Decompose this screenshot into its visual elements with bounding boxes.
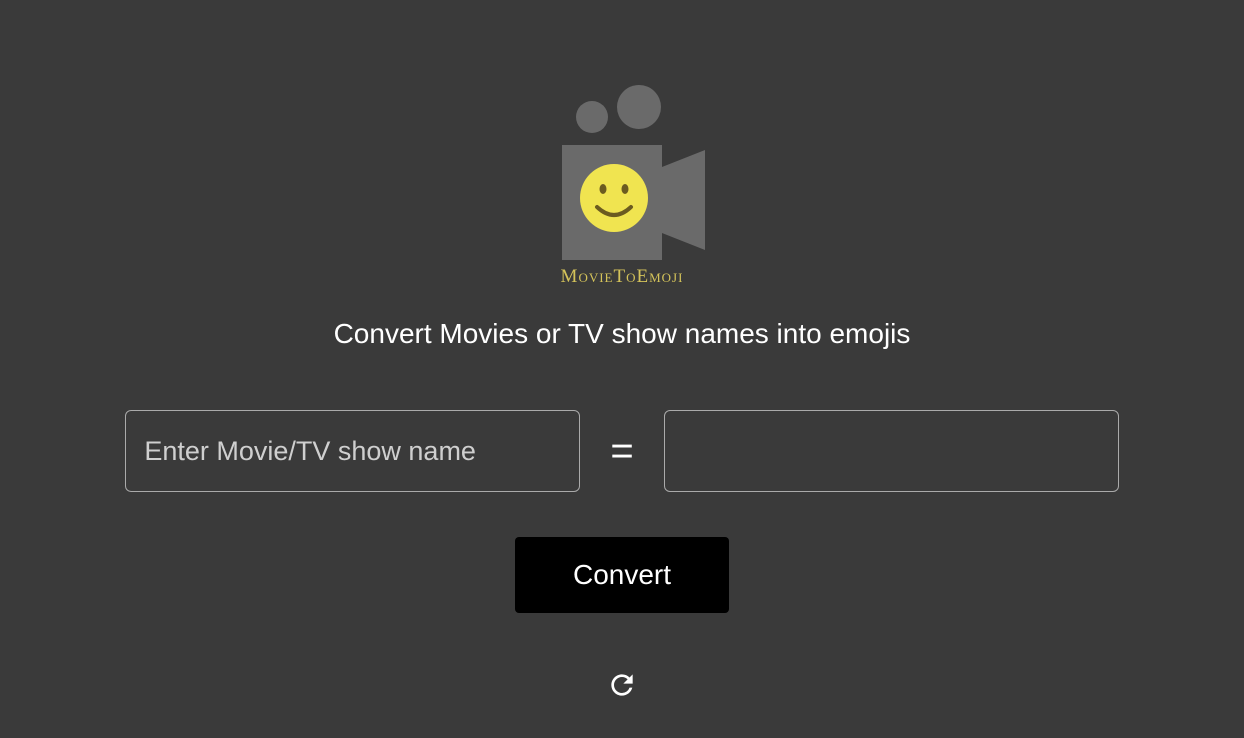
emoji-output[interactable] — [664, 410, 1119, 492]
convert-button[interactable]: Convert — [515, 537, 729, 613]
page-subtitle: Convert Movies or TV show names into emo… — [334, 318, 911, 350]
camera-emoji-logo-icon — [527, 85, 717, 260]
equals-sign: = — [610, 429, 633, 474]
refresh-icon — [606, 669, 638, 701]
refresh-button[interactable] — [605, 668, 639, 702]
logo: MovieToEmoji — [527, 85, 717, 288]
movie-name-input[interactable] — [125, 410, 580, 492]
logo-text: MovieToEmoji — [561, 266, 684, 288]
input-row: = — [0, 410, 1244, 492]
